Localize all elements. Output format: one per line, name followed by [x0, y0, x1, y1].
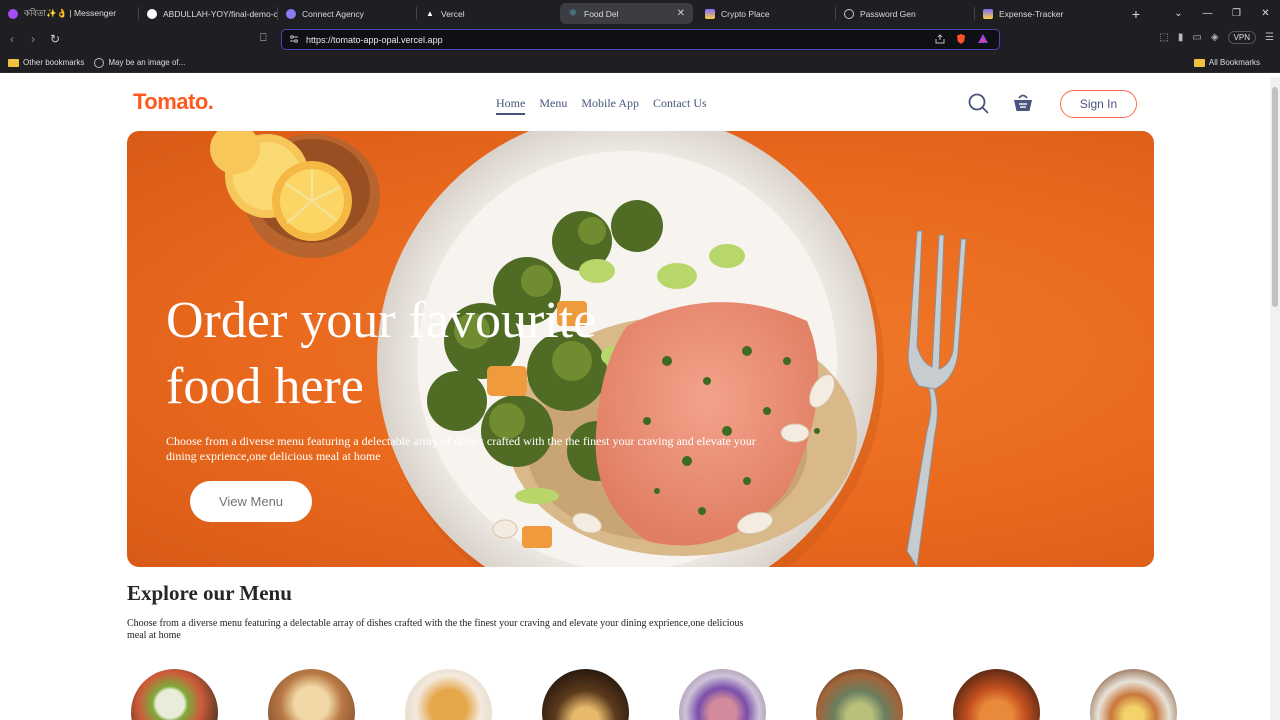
view-menu-button[interactable]: View Menu: [190, 481, 312, 522]
menu-item-noodles[interactable]: [1090, 669, 1177, 720]
basket-icon[interactable]: [1012, 92, 1034, 114]
vpn-button[interactable]: VPN: [1227, 31, 1257, 44]
bookmark-all[interactable]: All Bookmarks: [1193, 58, 1260, 67]
sidebar-icon[interactable]: ▮: [1178, 32, 1184, 43]
explore-menu-description: Choose from a diverse menu featuring a d…: [127, 618, 744, 641]
tab-vercel[interactable]: ▲ Vercel: [417, 0, 556, 27]
main-nav: Home Menu Mobile App Contact Us: [496, 96, 707, 115]
bookmark-icon[interactable]: ⎕: [260, 32, 267, 45]
menu-item-rolls[interactable]: [268, 669, 355, 720]
menu-item-deserts[interactable]: [405, 669, 492, 720]
hero-title-line2: food here: [166, 358, 364, 415]
tab-title: Food Del: [584, 8, 619, 19]
hero-title-line1: Order your favourite: [166, 292, 597, 349]
tab-title: Connect Agency: [302, 8, 364, 19]
globe-icon: [94, 57, 105, 68]
page-scrollbar[interactable]: [1270, 77, 1280, 720]
browser-tab-bar: কবিতা✨👌 | Messenger ABDULLAH-YOY/final-d…: [0, 0, 1280, 27]
nav-contact-us[interactable]: Contact Us: [653, 96, 707, 115]
sign-in-button[interactable]: Sign In: [1060, 90, 1137, 118]
scrollbar-thumb[interactable]: [1272, 87, 1278, 307]
vite-icon: [983, 8, 993, 19]
chevron-down-icon[interactable]: ⌄: [1164, 8, 1193, 19]
messenger-icon: [8, 8, 18, 19]
bookmark-image[interactable]: May be an image of...: [94, 57, 186, 68]
minimize-button[interactable]: —: [1193, 8, 1222, 19]
tab-github[interactable]: ABDULLAH-YOY/final-demo-c: [139, 0, 278, 27]
share-icon[interactable]: [935, 34, 945, 44]
search-icon[interactable]: [967, 92, 989, 114]
menu-item-sandwich[interactable]: [542, 669, 629, 720]
tab-crypto-place[interactable]: Crypto Place: [697, 0, 836, 27]
menu-icon[interactable]: ☰: [1265, 32, 1274, 43]
url-text: https://tomato-app-opal.vercel.app: [306, 34, 443, 45]
close-window-button[interactable]: ✕: [1251, 8, 1280, 19]
github-icon: [147, 8, 157, 19]
vercel-icon: ▲: [426, 9, 434, 18]
brave-rewards-icon[interactable]: [977, 33, 989, 45]
vpn-label: VPN: [1233, 33, 1251, 42]
close-icon[interactable]: ✕: [677, 8, 685, 19]
hero-description: Choose from a diverse menu featuring a d…: [166, 434, 756, 463]
bookmark-label: May be an image of...: [108, 58, 186, 67]
tab-title: কবিতা✨👌 | Messenger: [24, 7, 117, 18]
nav-menu[interactable]: Menu: [539, 96, 567, 115]
bookmark-label: Other bookmarks: [23, 58, 85, 67]
web-page: Tomato. Home Menu Mobile App Contact Us …: [0, 77, 1270, 720]
tab-title: Expense-Tracker: [999, 8, 1064, 19]
hero-banner: Order your favourite food here Choose fr…: [127, 131, 1154, 567]
tab-food-del[interactable]: ⚛ Food Del ✕: [560, 3, 693, 24]
menu-item-cake[interactable]: [679, 669, 766, 720]
globe-icon: [844, 8, 854, 19]
nav-home[interactable]: Home: [496, 96, 526, 115]
brave-shields-icon[interactable]: [955, 33, 967, 45]
window-controls: ⌄ — ❐ ✕: [1164, 0, 1280, 27]
explore-menu-title: Explore our Menu: [127, 581, 292, 605]
folder-icon: [1193, 58, 1205, 67]
tab-expense-tracker[interactable]: Expense-Tracker: [975, 0, 1114, 27]
connect-icon: [286, 8, 296, 19]
new-tab-button[interactable]: +: [1124, 6, 1148, 22]
tab-title: Password Gen: [860, 8, 916, 19]
tab-title: Crypto Place: [721, 8, 770, 19]
bookmark-other[interactable]: Other bookmarks: [8, 58, 84, 67]
vite-icon: [705, 8, 715, 19]
menu-category-list: [131, 669, 1177, 720]
bookmarks-bar: Other bookmarks May be an image of... Al…: [0, 53, 1280, 73]
tab-title: Vercel: [441, 8, 465, 19]
nav-mobile-app[interactable]: Mobile App: [581, 96, 639, 115]
tab-connect-agency[interactable]: Connect Agency: [278, 0, 417, 27]
site-logo[interactable]: Tomato.: [133, 89, 214, 115]
menu-item-salad[interactable]: [131, 669, 218, 720]
extensions-icon[interactable]: ⬚: [1159, 32, 1168, 43]
folder-icon: [8, 58, 19, 67]
menu-item-pure-veg[interactable]: [816, 669, 903, 720]
bookmark-label: All Bookmarks: [1208, 58, 1260, 67]
tab-messenger[interactable]: কবিতা✨👌 | Messenger: [0, 0, 139, 27]
address-bar[interactable]: https://tomato-app-opal.vercel.app: [281, 29, 1000, 50]
forward-arrow-icon[interactable]: ›: [31, 32, 35, 46]
maximize-button[interactable]: ❐: [1222, 8, 1251, 19]
site-settings-icon[interactable]: [289, 34, 299, 44]
hero-title: Order your favourite food here: [166, 288, 726, 420]
tab-title: ABDULLAH-YOY/final-demo-c: [163, 8, 278, 19]
wallet-icon[interactable]: ▭: [1192, 32, 1201, 43]
browser-toolbar: ‹ › ↻ ⎕ https://tomato-app-opal.vercel.a…: [0, 27, 1280, 53]
leo-icon[interactable]: ◈: [1211, 32, 1219, 43]
back-arrow-icon[interactable]: ‹: [10, 32, 14, 46]
tab-password-gen[interactable]: Password Gen: [836, 0, 975, 27]
menu-item-pasta[interactable]: [953, 669, 1040, 720]
react-icon: ⚛: [568, 8, 578, 19]
reload-icon[interactable]: ↻: [50, 32, 60, 46]
